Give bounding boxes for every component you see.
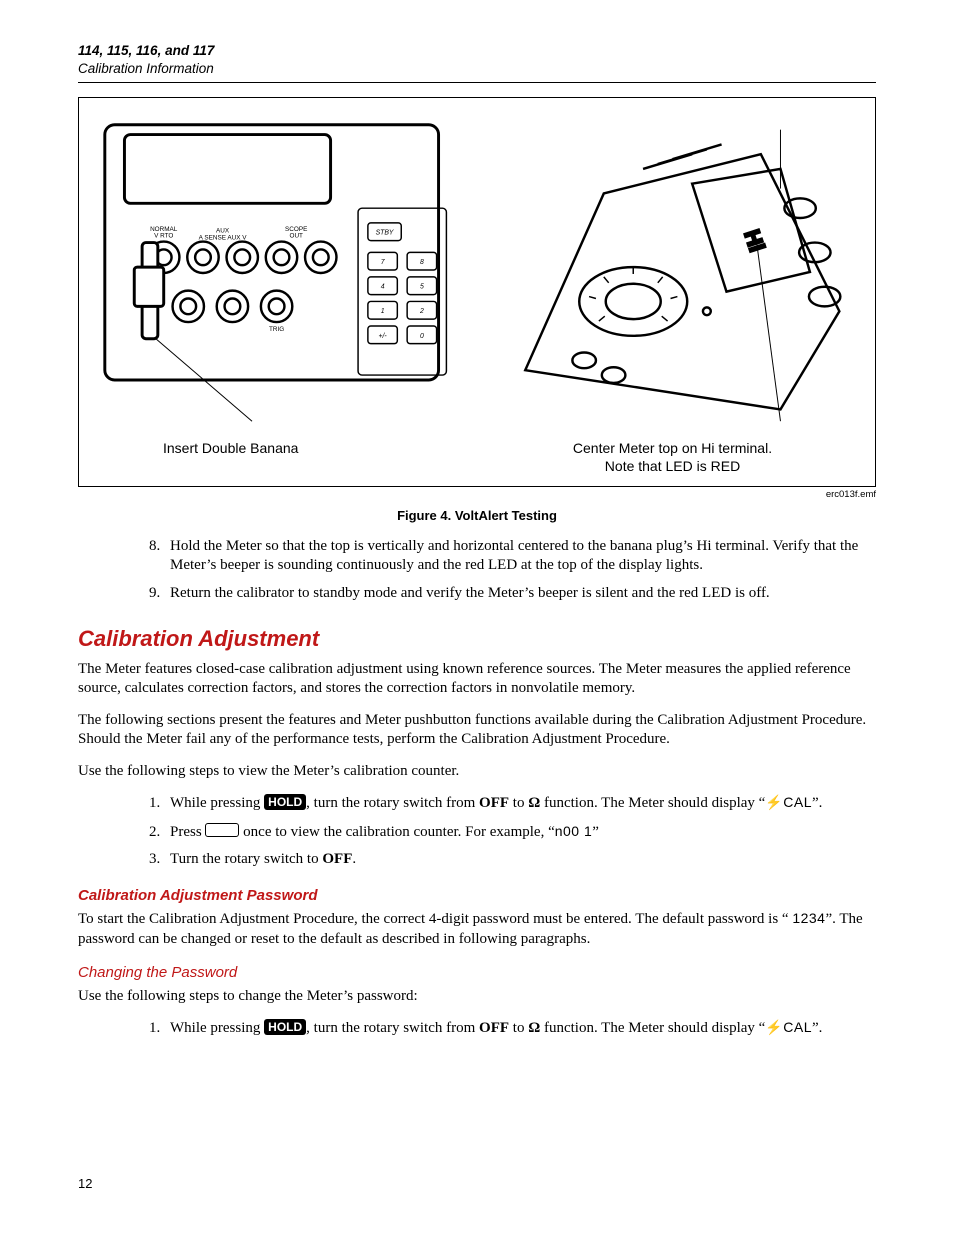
text-fragment: , turn the rotary switch from <box>306 795 479 811</box>
text-fragment: ”. <box>812 795 822 811</box>
hold-button-icon: HOLD <box>264 794 306 810</box>
section-heading-calibration-adjustment: Calibration Adjustment <box>78 625 876 654</box>
svg-text:OUT: OUT <box>289 233 303 240</box>
blank-button-icon <box>205 823 239 837</box>
figure-caption: Figure 4. VoltAlert Testing <box>78 508 876 525</box>
lcd-1234: 1234 <box>792 910 825 926</box>
text-fragment: function. The Meter should display “ <box>540 1020 765 1036</box>
step-9: Return the calibrator to standby mode an… <box>164 584 876 604</box>
svg-text:5: 5 <box>420 284 424 291</box>
figure-right-drawing: Hi <box>486 108 859 436</box>
text-fragment: To start the Calibration Adjustment Proc… <box>78 911 792 927</box>
section-para-2: The following sections present the featu… <box>78 711 876 750</box>
changing-pw-steps: While pressing HOLD, turn the rotary swi… <box>78 1018 876 1039</box>
text-fragment: Press <box>170 824 205 840</box>
password-para: To start the Calibration Adjustment Proc… <box>78 909 876 949</box>
svg-text:+/-: +/- <box>379 333 388 340</box>
text-fragment: once to view the calibration counter. Fo… <box>239 824 554 840</box>
svg-text:1: 1 <box>381 309 385 316</box>
text-fragment: While pressing <box>170 1020 264 1036</box>
changing-pw-step-1: While pressing HOLD, turn the rotary swi… <box>164 1018 876 1039</box>
figure-frame: NORMAL V RTO AUX A SENSE AUX V SCOPE OUT… <box>78 97 876 487</box>
svg-text:TRIG: TRIG <box>269 326 284 333</box>
text-fragment: ” <box>592 824 599 840</box>
section-para-1: The Meter features closed-case calibrati… <box>78 660 876 699</box>
header-subtitle: Calibration Information <box>78 60 876 78</box>
step-8: Hold the Meter so that the top is vertic… <box>164 537 876 576</box>
hold-button-icon: HOLD <box>264 1019 306 1035</box>
text-off: OFF <box>479 795 509 811</box>
svg-text:4: 4 <box>381 284 385 291</box>
text-fragment: ”. <box>812 1020 822 1036</box>
text-fragment: to <box>509 1020 528 1036</box>
svg-text:A SENSE AUX V: A SENSE AUX V <box>199 235 248 242</box>
text-fragment: . <box>352 851 356 867</box>
header-models: 114, 115, 116, and 117 <box>78 42 876 60</box>
lcd-n001: n00 1 <box>555 823 593 839</box>
figure-right-caption-line2: Note that LED is RED <box>605 458 740 474</box>
svg-text:2: 2 <box>419 309 424 316</box>
page-number: 12 <box>78 1176 92 1193</box>
svg-text:V RTO: V RTO <box>154 233 173 240</box>
figure-right-caption: Center Meter top on Hi terminal. Note th… <box>486 436 859 478</box>
figure-left-drawing: NORMAL V RTO AUX A SENSE AUX V SCOPE OUT… <box>95 108 468 436</box>
changing-pw-intro: Use the following steps to change the Me… <box>78 987 876 1007</box>
figure-filecode: erc013f.emf <box>78 489 876 501</box>
svg-text:0: 0 <box>420 333 424 340</box>
figure-left-caption: Insert Double Banana <box>95 436 468 478</box>
section-para-3: Use the following steps to view the Mete… <box>78 762 876 782</box>
text-fragment: While pressing <box>170 795 264 811</box>
ohm-symbol: Ω <box>528 795 540 811</box>
steps-continued-list: Hold the Meter so that the top is vertic… <box>78 537 876 604</box>
figure-right-panel: Hi <box>486 108 859 478</box>
svg-text:7: 7 <box>381 260 386 267</box>
cal-step-1: While pressing HOLD, turn the rotary swi… <box>164 793 876 814</box>
svg-text:8: 8 <box>420 260 424 267</box>
text-off: OFF <box>479 1020 509 1036</box>
figure-right-caption-line1: Center Meter top on Hi terminal. <box>573 440 772 456</box>
svg-text:Hi: Hi <box>739 227 769 255</box>
cal-step-3: Turn the rotary switch to OFF. <box>164 850 876 870</box>
lcd-cal: ⚡CAL <box>765 1019 812 1035</box>
running-header: 114, 115, 116, and 117 Calibration Infor… <box>78 42 876 83</box>
text-fragment: Turn the rotary switch to <box>170 851 322 867</box>
text-fragment: , turn the rotary switch from <box>306 1020 479 1036</box>
text-off: OFF <box>322 851 352 867</box>
subsection-heading-password: Calibration Adjustment Password <box>78 886 876 906</box>
subsubsection-heading-changing-password: Changing the Password <box>78 963 876 983</box>
text-fragment: to <box>509 795 528 811</box>
figure-left-panel: NORMAL V RTO AUX A SENSE AUX V SCOPE OUT… <box>95 108 468 478</box>
cal-step-2: Press once to view the calibration count… <box>164 822 876 843</box>
lcd-cal: ⚡CAL <box>765 794 812 810</box>
ohm-symbol: Ω <box>528 1020 540 1036</box>
cal-counter-steps: While pressing HOLD, turn the rotary swi… <box>78 793 876 870</box>
svg-text:STBY: STBY <box>376 230 394 237</box>
text-fragment: function. The Meter should display “ <box>540 795 765 811</box>
